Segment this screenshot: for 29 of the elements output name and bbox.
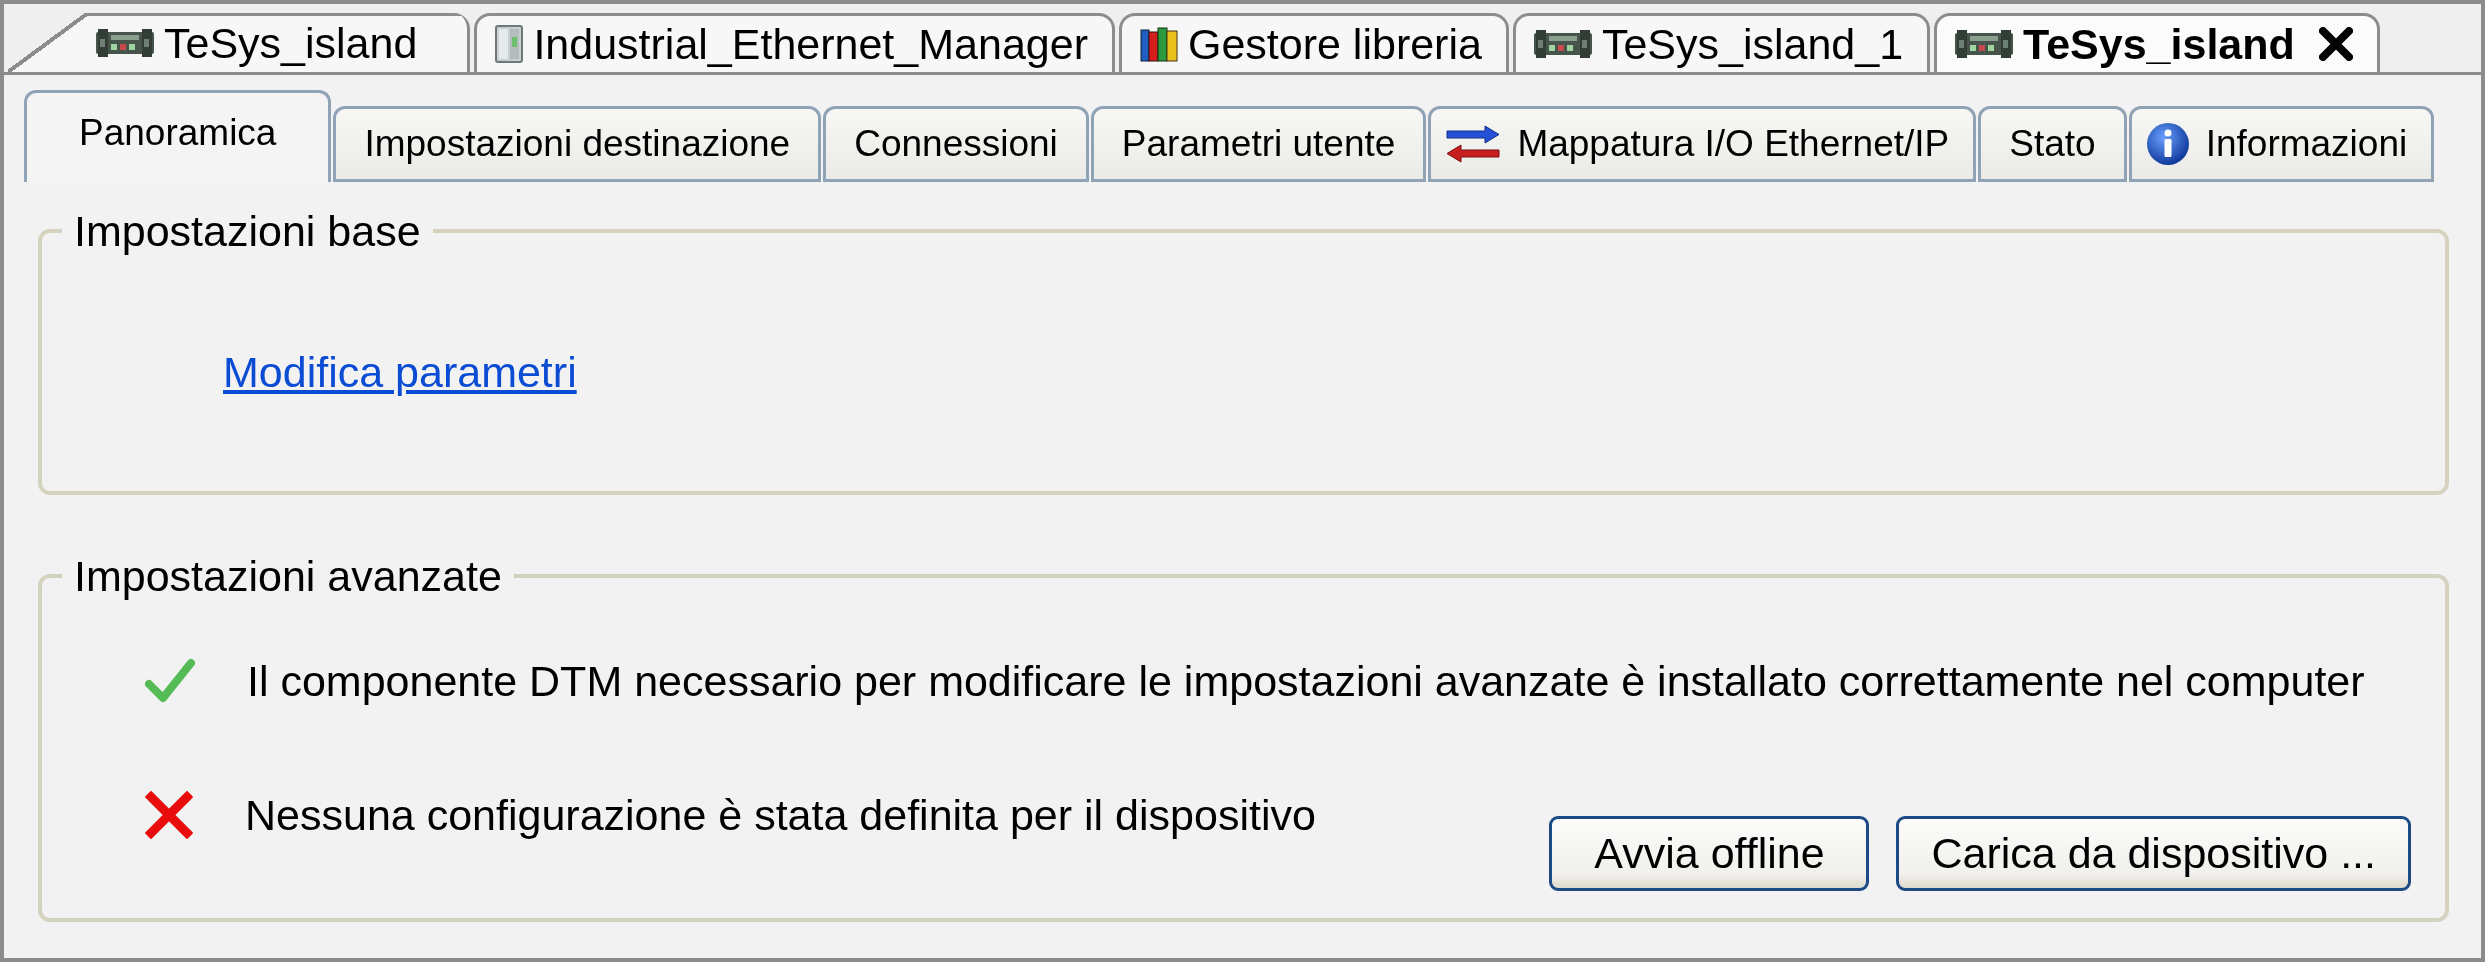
settings-tab[interactable]: Connessioni: [823, 106, 1089, 182]
document-tab[interactable]: TeSys_island: [1934, 13, 2380, 72]
device-module-icon: [1533, 30, 1592, 58]
settings-tab[interactable]: Impostazioni destinazione: [333, 106, 822, 182]
swap-arrows-icon: [1445, 125, 1502, 163]
cabinet-icon: [495, 25, 524, 63]
document-tab[interactable]: Industrial_Ethernet_Manager: [474, 13, 1115, 72]
document-tab[interactable]: TeSys_island_1: [1512, 13, 1931, 72]
group-title: Impostazioni base: [73, 206, 422, 256]
group-title: Impostazioni avanzate: [73, 551, 503, 601]
status-message: Il componente DTM necessario per modificare le impostazioni avanzate è installato correttamente nel computer: [247, 656, 2365, 706]
check-icon: [145, 658, 195, 704]
status-message: Nessuna configurazione è stata definita per il dispositivo: [245, 790, 1316, 840]
info-icon: [2145, 122, 2190, 166]
books-icon: [1139, 26, 1178, 62]
action-button[interactable]: Carica da dispositivo ...: [1896, 816, 2411, 891]
device-module-icon: [1955, 30, 2014, 58]
settings-tab[interactable]: Stato: [1978, 106, 2127, 182]
parameters-link[interactable]: Modifica parametri: [223, 348, 577, 396]
settings-tab[interactable]: Parametri utente: [1090, 106, 1427, 182]
close-icon[interactable]: [2318, 27, 2353, 61]
settings-tab[interactable]: Informazioni: [2128, 106, 2435, 182]
cross-icon: [145, 791, 193, 839]
settings-tab[interactable]: Panoramica: [24, 90, 332, 182]
document-tab[interactable]: TeSys_island: [8, 13, 471, 72]
document-tab[interactable]: Gestore libreria: [1118, 13, 1509, 72]
settings-tab[interactable]: Mappatura I/O Ethernet/IP: [1428, 106, 1977, 182]
device-module-icon: [96, 28, 154, 57]
action-button[interactable]: Avvia offline: [1549, 816, 1870, 891]
